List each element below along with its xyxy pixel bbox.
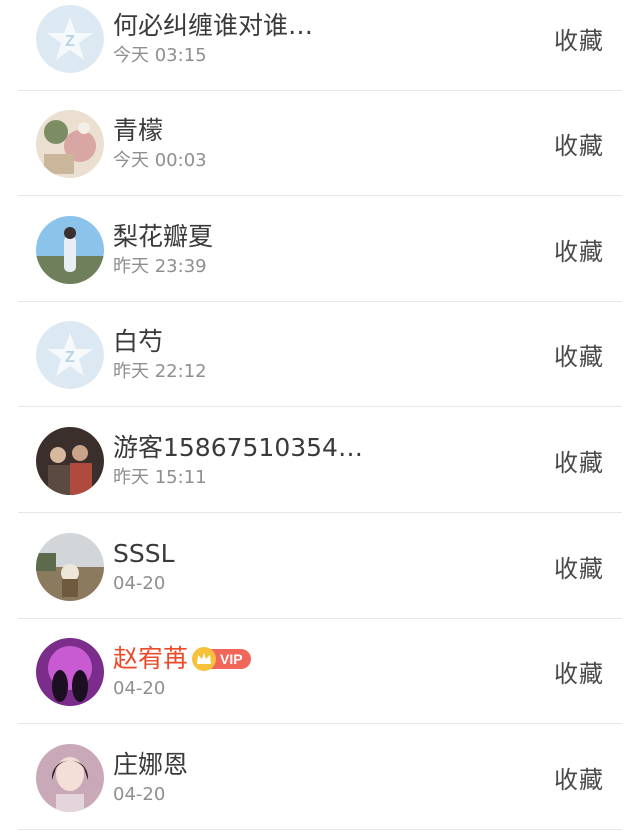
visitor-name: SSSL	[113, 538, 175, 568]
crown-icon	[192, 646, 217, 671]
visit-time: 昨天 23:39	[113, 255, 207, 277]
list-item[interactable]: SSSL 04-20 收藏	[0, 514, 640, 619]
item-info: 赵宥苒 VIP 04-20	[113, 643, 251, 701]
favorite-button[interactable]: 收藏	[554, 654, 604, 689]
visitor-name: 何必纠缠谁对谁…	[113, 10, 314, 40]
qzone-default-avatar[interactable]: Z	[36, 320, 104, 389]
favorite-button[interactable]: 收藏	[554, 232, 604, 267]
item-info: SSSL 04-20	[113, 538, 175, 596]
qzone-default-avatar[interactable]: Z	[36, 4, 104, 73]
visitor-name: 庄娜恩	[113, 749, 189, 779]
list-item[interactable]: 赵宥苒 VIP 04-20 收藏	[0, 619, 640, 724]
item-info: 梨花瓣夏 昨天 23:39	[113, 221, 213, 279]
item-info: 青檬 今天 00:03	[113, 115, 207, 173]
item-info: 白芍 昨天 22:12	[113, 326, 207, 384]
visitor-name: 白芍	[113, 326, 164, 356]
visit-time: 昨天 15:11	[113, 466, 207, 488]
item-info: 游客15867510354… 昨天 15:11	[113, 432, 363, 490]
photo-avatar[interactable]	[36, 743, 104, 812]
visitor-name: 游客15867510354…	[113, 432, 363, 462]
list-item[interactable]: 游客15867510354… 昨天 15:11 收藏	[0, 408, 640, 513]
photo-avatar[interactable]	[36, 637, 104, 706]
photo-avatar[interactable]	[36, 109, 104, 178]
photo-avatar[interactable]	[36, 532, 104, 601]
photo-avatar[interactable]	[36, 426, 104, 495]
visitor-list: Z 何必纠缠谁对谁… 今天 03:15 收藏 青檬 今天 00:03 收藏 梨花…	[0, 0, 640, 834]
visit-time: 04-20	[113, 783, 166, 805]
visit-time: 04-20	[113, 677, 166, 699]
favorite-button[interactable]: 收藏	[554, 21, 604, 56]
list-item[interactable]: Z 何必纠缠谁对谁… 今天 03:15 收藏	[0, 0, 640, 91]
favorite-button[interactable]: 收藏	[554, 549, 604, 584]
vip-badge[interactable]: VIP	[192, 646, 251, 671]
svg-text:Z: Z	[65, 33, 75, 50]
favorite-button[interactable]: 收藏	[554, 443, 604, 478]
visit-time: 今天 03:15	[113, 44, 207, 66]
list-item[interactable]: 庄娜恩 04-20 收藏	[0, 725, 640, 830]
visit-time: 今天 00:03	[113, 149, 207, 171]
visitor-name-text: 赵宥苒	[113, 643, 189, 673]
list-item[interactable]: Z 白芍 昨天 22:12 收藏	[0, 302, 640, 407]
item-info: 庄娜恩 04-20	[113, 749, 188, 807]
visitor-name: 赵宥苒 VIP	[113, 643, 251, 675]
item-info: 何必纠缠谁对谁… 今天 03:15	[113, 10, 313, 68]
visitor-name: 青檬	[113, 115, 164, 145]
favorite-button[interactable]: 收藏	[554, 337, 604, 372]
svg-text:Z: Z	[65, 349, 75, 366]
list-item[interactable]: 青檬 今天 00:03 收藏	[0, 91, 640, 196]
favorite-button[interactable]: 收藏	[554, 126, 604, 161]
visit-time: 昨天 22:12	[113, 360, 207, 382]
photo-avatar[interactable]	[36, 215, 104, 284]
favorite-button[interactable]: 收藏	[554, 760, 604, 795]
list-item[interactable]: 梨花瓣夏 昨天 23:39 收藏	[0, 197, 640, 302]
visit-time: 04-20	[113, 572, 166, 594]
visitor-name: 梨花瓣夏	[113, 221, 214, 251]
